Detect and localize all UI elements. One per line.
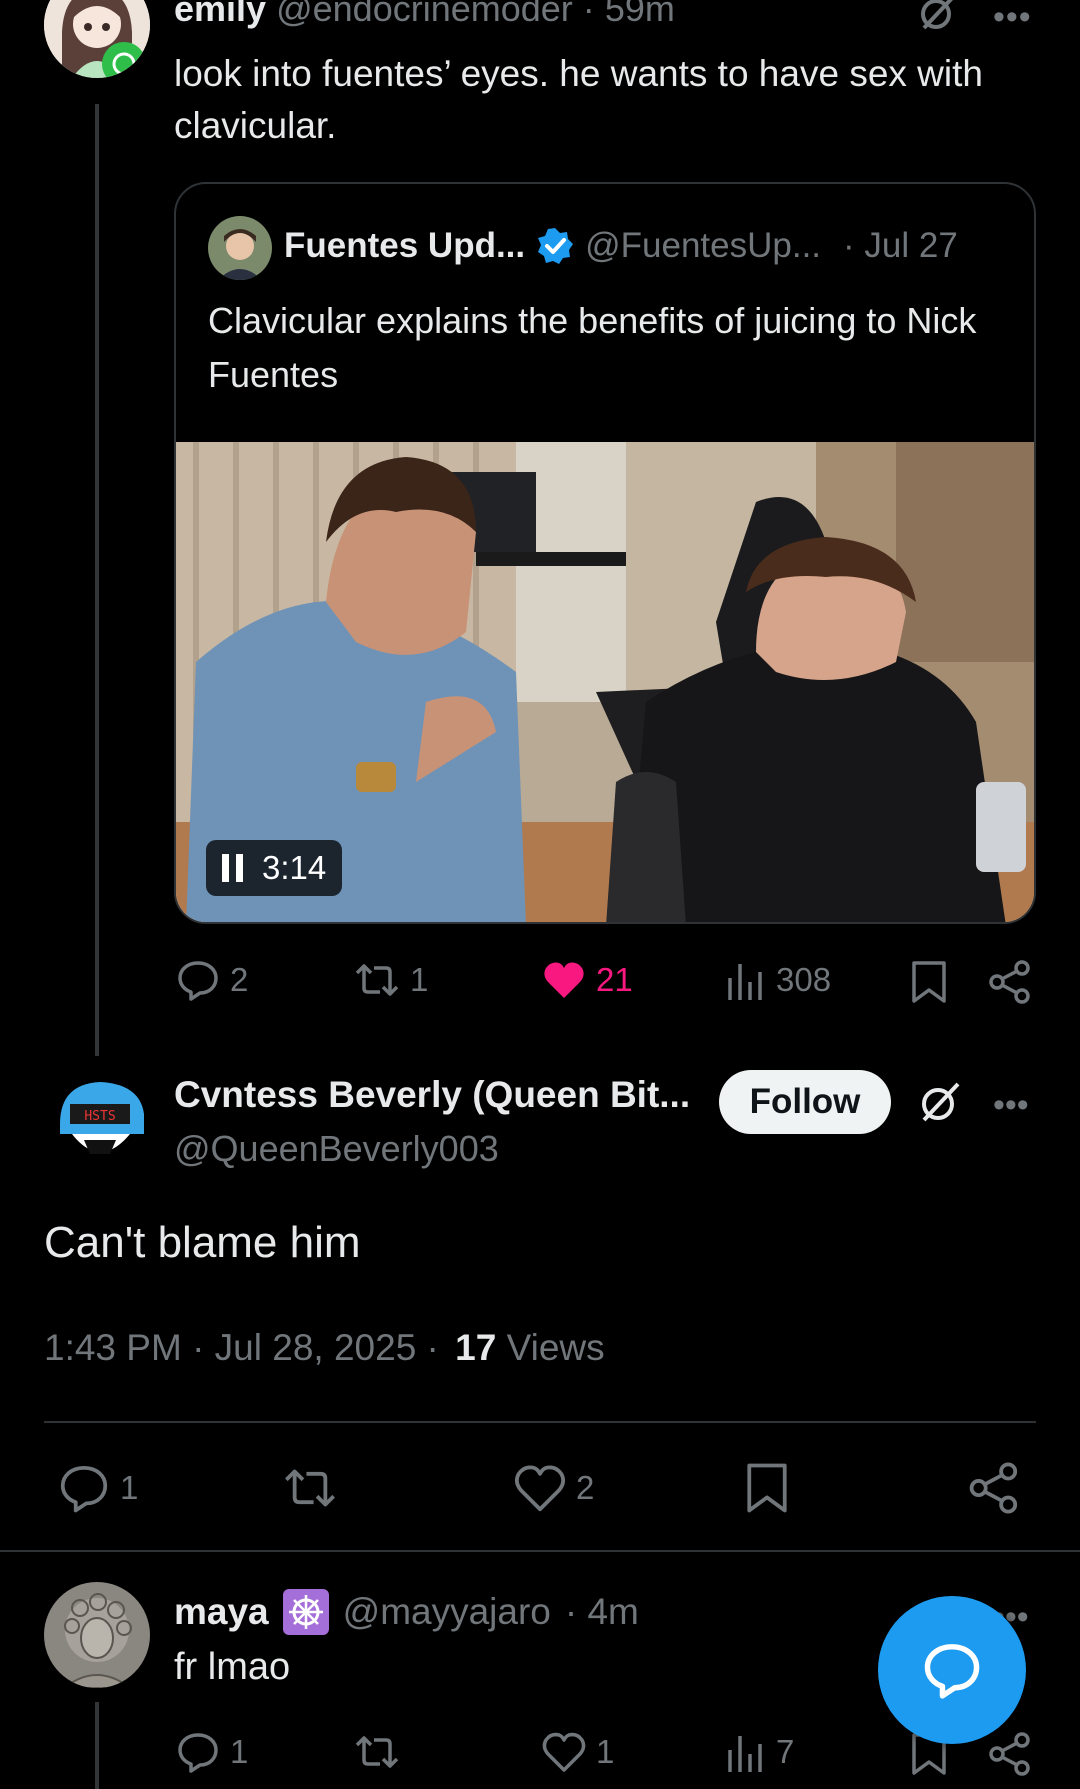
svg-text:HSTS: HSTS — [84, 1109, 115, 1124]
reply-icon — [176, 1730, 220, 1774]
views-count: 17 — [455, 1327, 497, 1368]
reply-count: 1 — [120, 1469, 139, 1506]
heart-filled-icon — [542, 958, 586, 1002]
timestamp[interactable]: 59m — [605, 0, 675, 29]
wheel-badge-icon — [282, 1589, 329, 1635]
post-header: emily @endocrinemoder · 59m — [174, 0, 675, 30]
grok-icon[interactable] — [918, 1080, 962, 1124]
reply-button[interactable]: 2 — [176, 958, 248, 1002]
like-button[interactable]: 21 — [542, 958, 633, 1002]
bookmark-icon[interactable] — [910, 960, 948, 1004]
display-name[interactable]: Cvntess Beverly (Queen Bit... — [174, 1074, 690, 1116]
reply-icon — [176, 958, 220, 1002]
share-icon[interactable] — [988, 960, 1032, 1004]
timestamp[interactable]: 1:43 PM · Jul 28, 2025 · — [44, 1327, 439, 1368]
like-count: 1 — [596, 1733, 615, 1770]
like-button[interactable]: 1 — [542, 1730, 614, 1774]
repost-button[interactable]: 1 — [354, 958, 428, 1002]
more-options-icon[interactable]: ••• — [993, 1086, 1029, 1125]
divider — [44, 1421, 1036, 1423]
quoted-tweet[interactable]: Fuentes Upd... @FuentesUp... · Jul 27 Cl… — [174, 182, 1036, 924]
avatar[interactable] — [44, 0, 150, 78]
grok-icon[interactable] — [918, 0, 958, 32]
handle[interactable]: @mayyajaro — [343, 1591, 551, 1633]
thread-line — [95, 1702, 99, 1789]
pause-icon[interactable] — [222, 854, 244, 882]
quoted-text: Clavicular explains the benefits of juic… — [208, 300, 977, 395]
handle[interactable]: @QueenBeverly003 — [174, 1128, 499, 1170]
avatar[interactable] — [44, 1582, 150, 1688]
repost-icon — [354, 958, 400, 1002]
video-controls[interactable]: 3:14 — [206, 840, 343, 896]
heart-icon — [514, 1462, 566, 1514]
repost-count: 1 — [410, 961, 429, 998]
verified-badge-icon — [535, 226, 575, 266]
video-player[interactable]: 3:14 — [176, 442, 1034, 922]
reply-icon — [58, 1462, 110, 1514]
post-text: fr lmao — [174, 1646, 291, 1688]
quoted-handle: @FuentesUp... — [585, 226, 822, 265]
avatar[interactable]: HSTS — [50, 1074, 150, 1174]
views-count: 308 — [776, 961, 832, 998]
handle[interactable]: @endocrinemoder — [276, 0, 573, 29]
compose-reply-button[interactable] — [878, 1596, 1026, 1744]
reply-button[interactable]: 1 — [176, 1730, 248, 1774]
views-button[interactable]: 7 — [726, 1730, 794, 1774]
analytics-icon — [726, 958, 766, 1002]
views-button[interactable]: 308 — [726, 958, 831, 1002]
like-button[interactable]: 2 — [514, 1462, 594, 1514]
thread-line — [95, 104, 99, 1056]
reply-count: 2 — [230, 961, 249, 998]
reply-bubble-icon — [922, 1640, 982, 1700]
analytics-icon — [726, 1730, 766, 1774]
post-text: Can't blame him — [44, 1218, 361, 1267]
time-separator: · — [582, 0, 595, 29]
share-icon[interactable] — [968, 1462, 1020, 1514]
follow-button[interactable]: Follow — [719, 1070, 891, 1134]
share-icon[interactable] — [988, 1732, 1032, 1776]
post-text: look into fuentes’ eyes. he wants to hav… — [174, 53, 983, 146]
display-name[interactable]: emily — [174, 0, 266, 29]
post-meta: 1:43 PM · Jul 28, 2025 · 17 Views — [44, 1327, 605, 1369]
reply-button[interactable]: 1 — [58, 1462, 138, 1514]
display-name[interactable]: maya — [174, 1591, 269, 1633]
heart-icon — [542, 1730, 586, 1774]
views-label: Views — [506, 1327, 605, 1368]
video-duration: 3:14 — [262, 849, 327, 886]
repost-icon[interactable] — [354, 1730, 400, 1774]
views-count: 7 — [776, 1733, 795, 1770]
divider — [0, 1550, 1080, 1552]
like-count: 21 — [596, 961, 633, 998]
more-options-icon[interactable]: ••• — [993, 0, 1032, 37]
repost-icon[interactable] — [282, 1462, 338, 1514]
quoted-date: · Jul 27 — [843, 226, 958, 265]
bookmark-icon[interactable] — [744, 1462, 790, 1514]
like-count: 2 — [576, 1469, 595, 1506]
quoted-display-name: Fuentes Upd... — [284, 226, 526, 265]
quoted-avatar — [208, 216, 272, 280]
timestamp[interactable]: · 4m — [565, 1591, 639, 1633]
post-header: maya @mayyajaro · 4m — [174, 1589, 639, 1635]
reply-count: 1 — [230, 1733, 249, 1770]
